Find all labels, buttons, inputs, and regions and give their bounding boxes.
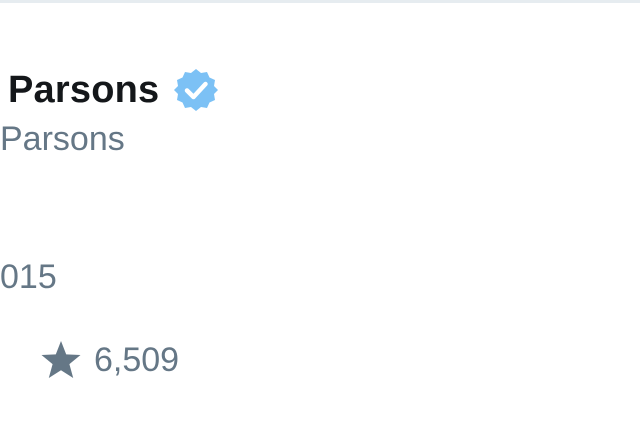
star-icon[interactable] [40, 339, 82, 381]
author-name-row[interactable]: Parsons [8, 64, 219, 116]
favorites-count: 6,509 [94, 340, 180, 379]
tweet-timestamp[interactable]: 015 [0, 258, 57, 297]
tweet-detail-card: Parsons Parsons 015 6,509 [0, 0, 640, 427]
favorites-stat[interactable]: 6,509 [40, 334, 179, 386]
verified-badge-icon [173, 67, 219, 113]
top-divider [0, 0, 640, 3]
author-handle[interactable]: Parsons [0, 120, 125, 159]
author-display-name[interactable]: Parsons [8, 69, 159, 112]
